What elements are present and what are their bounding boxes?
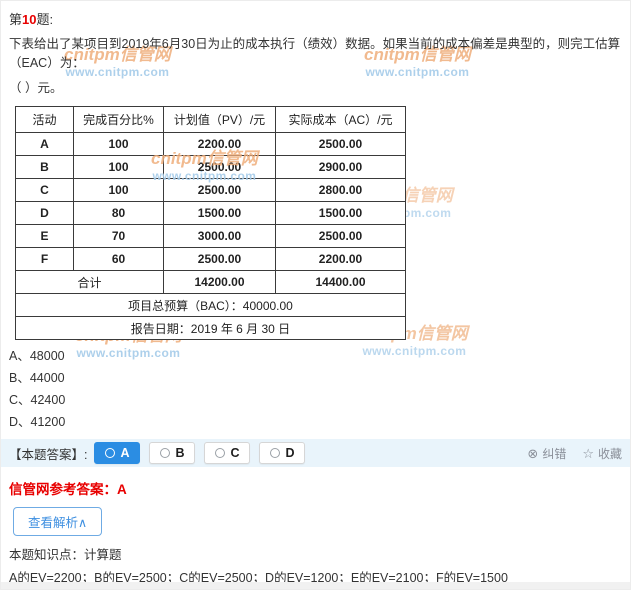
choice-button-a[interactable]: A xyxy=(94,442,140,464)
table-cell: 3000.00 xyxy=(164,225,276,248)
options-list: A、48000 B、44000 C、42400 D、41200 xyxy=(9,345,630,433)
table-cell: B xyxy=(16,156,74,179)
table-row: A1002200.002500.00 xyxy=(16,133,406,156)
table-row: F602500.002200.00 xyxy=(16,248,406,271)
report-date: 报告日期：2019 年 6 月 30 日 xyxy=(16,317,406,340)
radio-icon xyxy=(160,448,170,458)
cost-table: 活动 完成百分比% 计划值（PV）/元 实际成本（AC）/元 A1002200.… xyxy=(15,106,406,340)
question-number: 10 xyxy=(22,12,36,27)
option-c: C、42400 xyxy=(9,389,630,411)
table-cell: 2200.00 xyxy=(164,133,276,156)
question-suffix: 题: xyxy=(36,12,53,27)
table-cell: 2500.00 xyxy=(164,179,276,202)
report-error-icon: ⊗ xyxy=(527,447,538,460)
choice-letter: B xyxy=(175,446,184,460)
analysis-line: 本题知识点：计算题 xyxy=(9,544,630,567)
table-cell: 70 xyxy=(74,225,164,248)
col-header-ac: 实际成本（AC）/元 xyxy=(276,107,406,133)
report-error-label: 纠错 xyxy=(542,445,566,462)
option-d: D、41200 xyxy=(9,411,630,433)
total-ac: 14400.00 xyxy=(276,271,406,294)
table-cell: 2500.00 xyxy=(276,133,406,156)
total-pv: 14200.00 xyxy=(164,271,276,294)
table-cell: F xyxy=(16,248,74,271)
table-cell: 100 xyxy=(74,179,164,202)
table-cell: 1500.00 xyxy=(276,202,406,225)
table-cell: 2800.00 xyxy=(276,179,406,202)
col-header-pv: 计划值（PV）/元 xyxy=(164,107,276,133)
reference-answer: 信管网参考答案：A xyxy=(9,478,630,498)
table-cell: 2900.00 xyxy=(276,156,406,179)
table-cell: 2500.00 xyxy=(164,248,276,271)
choice-letter: A xyxy=(120,446,129,460)
cost-table-wrapper: 活动 完成百分比% 计划值（PV）/元 实际成本（AC）/元 A1002200.… xyxy=(15,106,407,340)
question-page: cnitpm信管网 www.cnitpm.com cnitpm信管网 www.c… xyxy=(0,0,631,590)
total-label: 合计 xyxy=(16,271,164,294)
view-analysis-button[interactable]: 查看解析∧ xyxy=(13,507,102,536)
choice-button-c[interactable]: C xyxy=(204,442,250,464)
table-cell: 60 xyxy=(74,248,164,271)
radio-icon xyxy=(105,448,115,458)
col-header-activity: 活动 xyxy=(16,107,74,133)
table-row: C1002500.002800.00 xyxy=(16,179,406,202)
table-body: A1002200.002500.00B1002500.002900.00C100… xyxy=(16,133,406,271)
choice-button-b[interactable]: B xyxy=(149,442,195,464)
table-cell: C xyxy=(16,179,74,202)
answer-bar: 【本题答案】: A B C D ⊗ 纠错 ☆ 收藏 xyxy=(1,439,631,467)
table-cell: 100 xyxy=(74,156,164,179)
table-cell: A xyxy=(16,133,74,156)
option-b: B、44000 xyxy=(9,367,630,389)
table-cell: 1500.00 xyxy=(164,202,276,225)
table-cell: 2500.00 xyxy=(276,225,406,248)
question-text-blank: （ ）元。 xyxy=(1,73,630,97)
table-cell: D xyxy=(16,202,74,225)
total-row: 合计 14200.00 14400.00 xyxy=(16,271,406,294)
question-text: 下表给出了某项目到2019年6月30日为止的成本执行（绩效）数据。如果当前的成本… xyxy=(1,28,630,73)
report-date-row: 报告日期：2019 年 6 月 30 日 xyxy=(16,317,406,340)
report-error-button[interactable]: ⊗ 纠错 xyxy=(527,445,566,462)
table-row: E703000.002500.00 xyxy=(16,225,406,248)
radio-icon xyxy=(270,448,280,458)
star-icon: ☆ xyxy=(582,447,594,460)
table-row: D801500.001500.00 xyxy=(16,202,406,225)
table-header-row: 活动 完成百分比% 计划值（PV）/元 实际成本（AC）/元 xyxy=(16,107,406,133)
question-header: 第10题: xyxy=(1,1,630,28)
table-cell: 100 xyxy=(74,133,164,156)
reference-answer-label: 信管网参考答案： xyxy=(9,482,117,497)
option-a: A、48000 xyxy=(9,345,630,367)
table-cell: 2500.00 xyxy=(164,156,276,179)
col-header-percent: 完成百分比% xyxy=(74,107,164,133)
choice-button-d[interactable]: D xyxy=(259,442,305,464)
favorite-button[interactable]: ☆ 收藏 xyxy=(582,445,622,462)
question-prefix: 第 xyxy=(9,12,22,27)
footer-strip xyxy=(1,582,631,589)
bac-value: 项目总预算（BAC）：40000.00 xyxy=(16,294,406,317)
bac-row: 项目总预算（BAC）：40000.00 xyxy=(16,294,406,317)
reference-answer-value: A xyxy=(117,482,127,497)
table-cell: E xyxy=(16,225,74,248)
radio-icon xyxy=(215,448,225,458)
favorite-label: 收藏 xyxy=(598,445,622,462)
answer-bar-label: 【本题答案】: xyxy=(9,444,87,463)
answer-bar-actions: ⊗ 纠错 ☆ 收藏 xyxy=(527,445,622,462)
table-row: B1002500.002900.00 xyxy=(16,156,406,179)
table-cell: 2200.00 xyxy=(276,248,406,271)
table-cell: 80 xyxy=(74,202,164,225)
choice-letter: D xyxy=(285,446,294,460)
choice-letter: C xyxy=(230,446,239,460)
